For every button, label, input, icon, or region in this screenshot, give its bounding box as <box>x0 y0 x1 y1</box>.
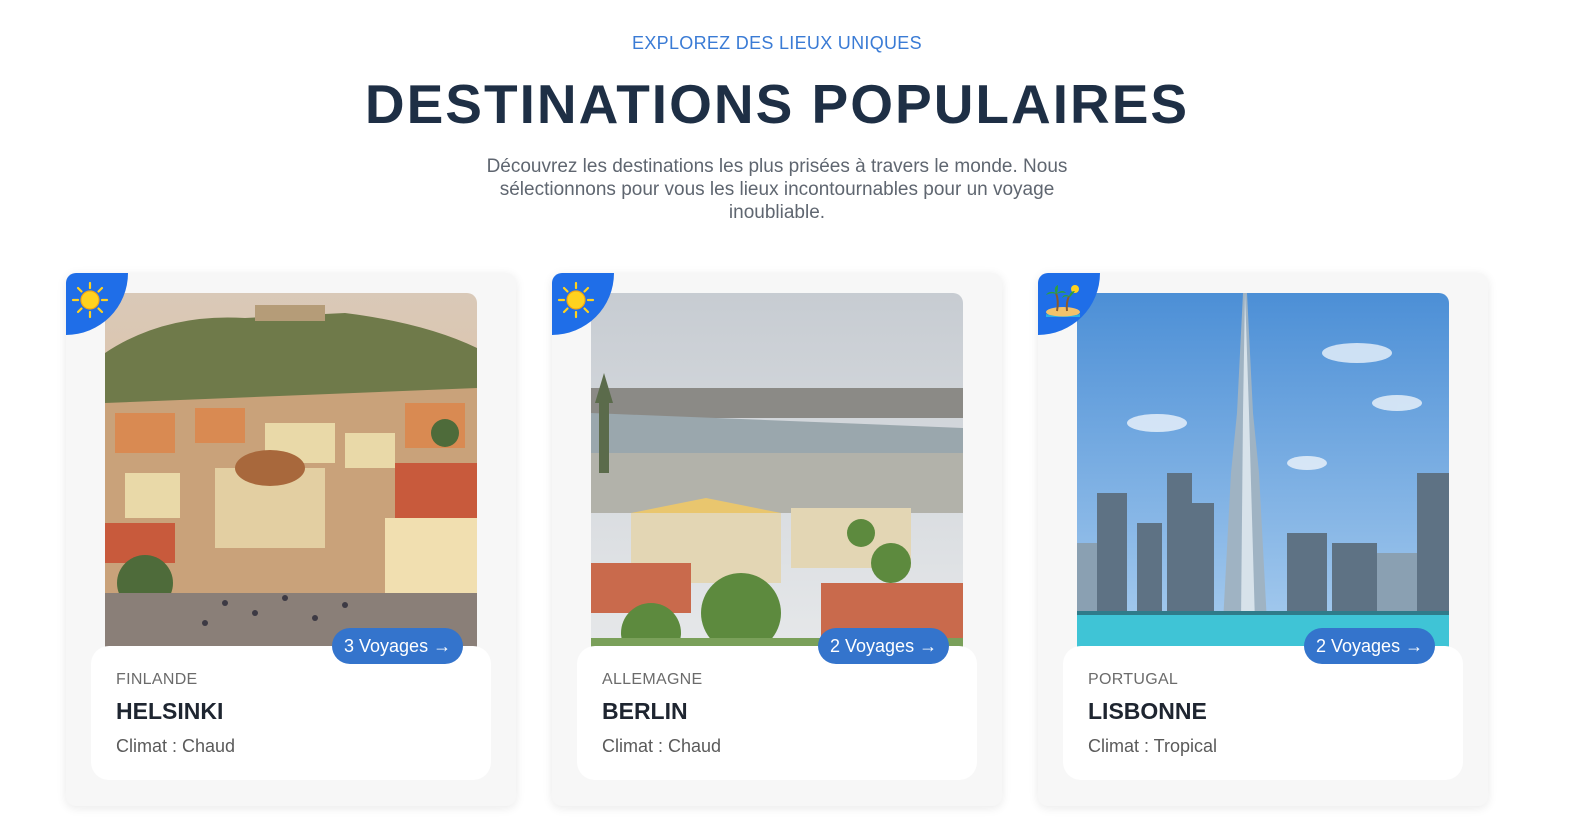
sun-icon <box>557 281 595 319</box>
destination-photo[interactable] <box>591 293 963 649</box>
destination-photo[interactable] <box>1077 293 1449 649</box>
destination-info: PORTUGAL LISBONNE Climat : Tropical <box>1063 646 1463 780</box>
destination-climate: Climat : Tropical <box>1088 736 1218 756</box>
voyages-button[interactable]: 3 Voyages → <box>332 628 464 664</box>
voyages-button[interactable]: 2 Voyages → <box>1304 628 1436 664</box>
section-title: DESTINATIONS POPULAIRES <box>364 73 1190 135</box>
destination-country: FINLANDE <box>116 671 198 688</box>
destination-card-berlin[interactable]: 2 Voyages → ALLEMAGNE BERLIN Climat : Ch… <box>552 273 1002 806</box>
palm-island-icon <box>1046 285 1080 317</box>
destination-photo[interactable] <box>105 293 477 649</box>
destination-info: ALLEMAGNE BERLIN Climat : Chaud <box>577 646 977 780</box>
destination-climate: Climat : Chaud <box>116 736 236 756</box>
voyages-button[interactable]: 2 Voyages → <box>818 628 950 664</box>
destination-country: ALLEMAGNE <box>602 671 703 688</box>
sun-icon <box>71 281 109 319</box>
destination-card-helsinki[interactable]: 3 Voyages → FINLANDE HELSINKI Climat : C… <box>66 273 516 806</box>
destination-city: HELSINKI <box>116 698 224 724</box>
section-subtitle: Découvrez les destinations les plus pris… <box>486 156 1068 223</box>
section-eyebrow: EXPLOREZ DES LIEUX UNIQUES <box>632 33 922 53</box>
destination-info: FINLANDE HELSINKI Climat : Chaud <box>91 646 491 780</box>
destination-city: LISBONNE <box>1088 698 1207 724</box>
destination-climate: Climat : Chaud <box>602 736 722 756</box>
destination-card-lisbonne[interactable]: 2 Voyages → PORTUGAL LISBONNE Climat : T… <box>1038 273 1488 806</box>
destination-city: BERLIN <box>602 698 688 724</box>
destination-country: PORTUGAL <box>1088 671 1179 688</box>
